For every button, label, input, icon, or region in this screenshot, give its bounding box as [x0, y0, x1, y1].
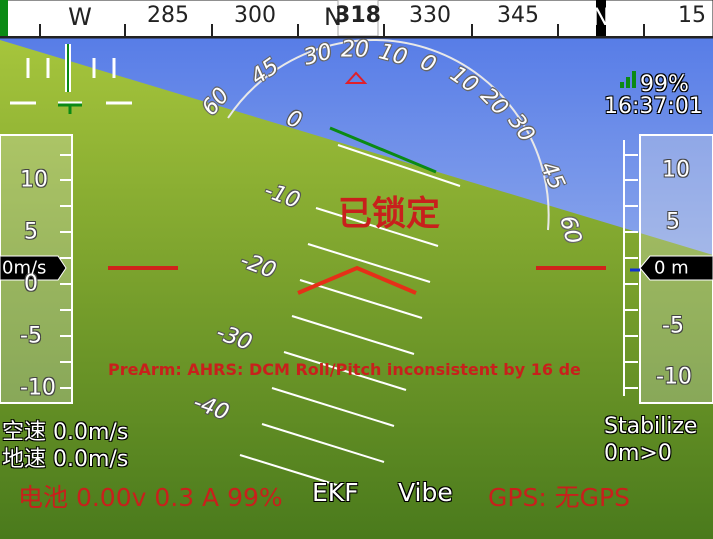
heading-current-value: 318 — [335, 3, 381, 28]
altitude-tick-label: -10 — [656, 364, 692, 390]
heading-label: 300 — [234, 3, 276, 28]
vibe-status[interactable]: Vibe — [398, 478, 453, 507]
altitude-tick-label: -5 — [662, 313, 684, 339]
ekf-status[interactable]: EKF — [312, 478, 359, 507]
heading-label: 285 — [147, 3, 189, 28]
prearm-message: PreArm: AHRS: DCM Roll/Pitch inconsisten… — [108, 360, 581, 379]
gps-status[interactable]: GPS: 无GPS — [488, 478, 630, 514]
heading-label: 345 — [497, 3, 539, 28]
heading-left-marker — [0, 0, 8, 36]
hud-display: W 285 300 N 330 345 N 15 318 60 45 30 20… — [0, 0, 713, 539]
clock-time: 16:37:01 — [604, 94, 703, 119]
speed-tick-label: 10 — [20, 167, 48, 193]
groundspeed-readout: 地速 0.0m/s — [2, 447, 129, 472]
altitude-current-value: 0 m — [654, 257, 689, 279]
speed-current-value: 0m/s — [2, 257, 47, 279]
heading-label: 330 — [409, 3, 451, 28]
roll-label: 20 — [341, 37, 369, 63]
home-distance: 0m>0 — [604, 441, 672, 466]
heading-label: 15 — [678, 3, 706, 28]
heading-label: W — [68, 3, 92, 31]
battery-status[interactable]: 电池 0.00v 0.3 A 99% — [18, 478, 283, 514]
speed-tick-label: 5 — [24, 219, 38, 245]
speed-tick-label: -10 — [20, 375, 56, 401]
speed-tick-label: -5 — [20, 323, 42, 349]
altitude-tick-label: 5 — [666, 209, 680, 235]
armed-status: 已锁定 — [338, 194, 440, 234]
flight-mode: Stabilize — [604, 414, 698, 439]
altitude-tick-label: 10 — [662, 157, 690, 183]
heading-label: N — [592, 3, 610, 31]
